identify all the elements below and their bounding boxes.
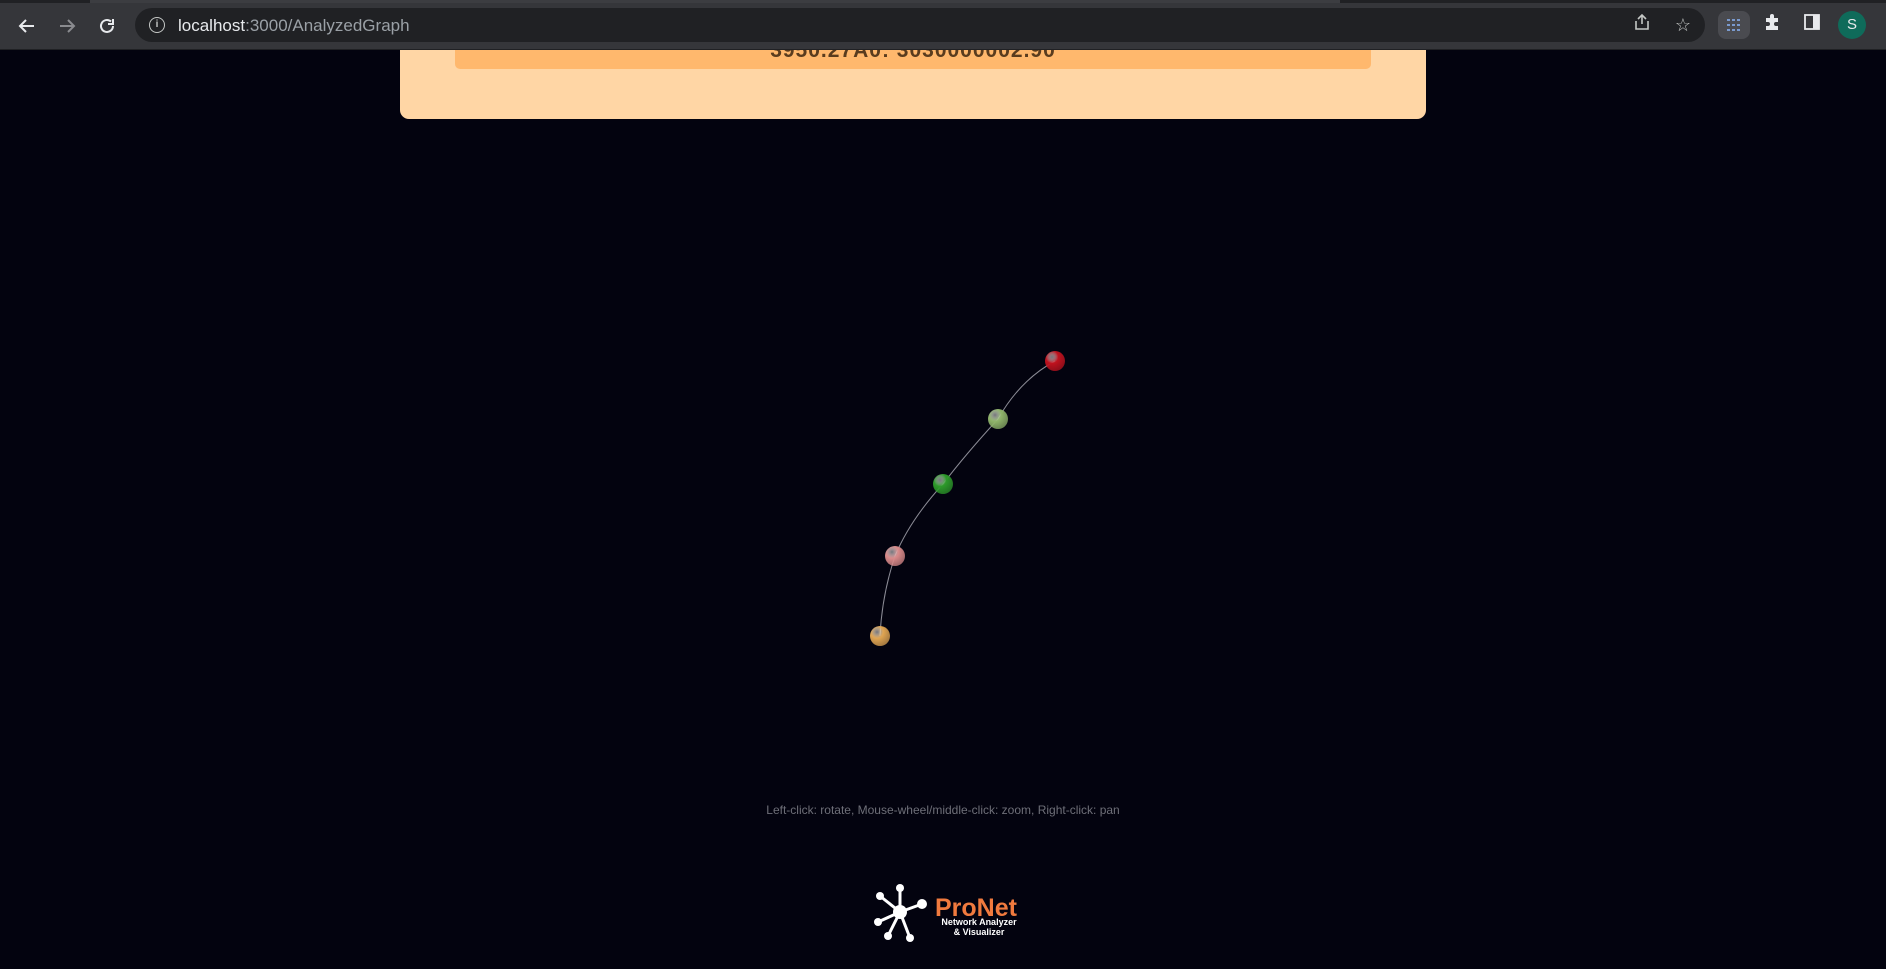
side-panel-icon[interactable] — [1799, 12, 1825, 38]
graph-node-n4[interactable] — [885, 546, 905, 566]
graph-nodes — [870, 351, 1065, 646]
graph-node-n1[interactable] — [1045, 351, 1065, 371]
forward-arrow-icon[interactable] — [53, 12, 81, 40]
back-arrow-icon[interactable] — [13, 12, 41, 40]
active-tab[interactable] — [90, 0, 1340, 3]
controls-hint: Left-click: rotate, Mouse-wheel/middle-c… — [766, 803, 1120, 817]
graph-node-n5[interactable] — [870, 626, 890, 646]
tab-strip — [0, 0, 1886, 3]
browser-toolbar: i localhost:3000/AnalyzedGraph ☆ S — [0, 0, 1886, 50]
pronet-logo: ProNet Network Analyzer & Visualizer — [872, 882, 1032, 942]
reload-icon[interactable] — [93, 12, 121, 40]
graph-canvas[interactable] — [0, 50, 1886, 750]
logo-tagline: Network Analyzer & Visualizer — [941, 917, 1017, 937]
url-text[interactable]: localhost:3000/AnalyzedGraph — [178, 16, 410, 36]
extension-tools-icon[interactable] — [1718, 11, 1750, 39]
puzzle-icon[interactable] — [1759, 12, 1785, 38]
profile-avatar[interactable]: S — [1838, 11, 1866, 39]
graph-node-n3[interactable] — [933, 474, 953, 494]
network-logo-icon — [874, 884, 927, 942]
address-bar[interactable]: i localhost:3000/AnalyzedGraph ☆ — [135, 8, 1705, 42]
star-icon[interactable]: ☆ — [1671, 13, 1695, 37]
graph-node-n2[interactable] — [988, 409, 1008, 429]
graph-edge — [879, 360, 1056, 637]
share-icon[interactable] — [1630, 13, 1654, 37]
info-icon[interactable]: i — [149, 17, 165, 33]
